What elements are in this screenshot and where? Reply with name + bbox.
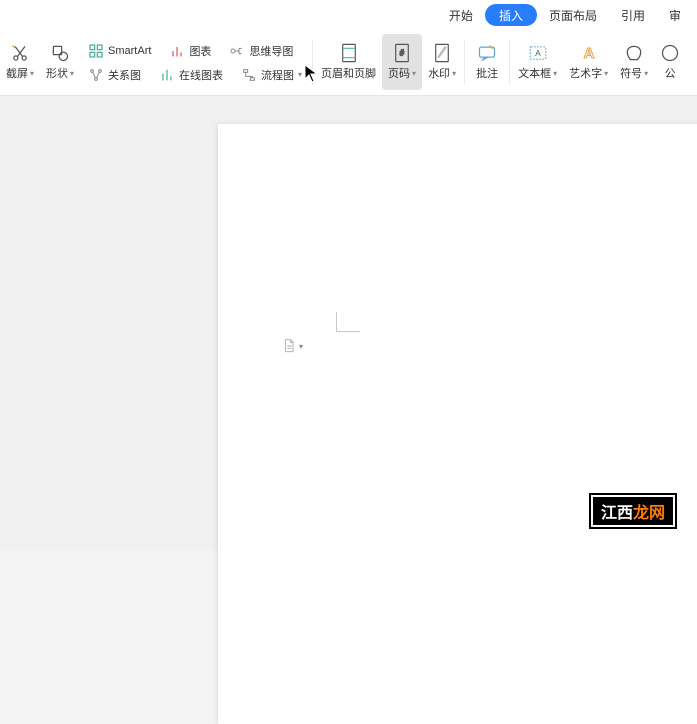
tab-layout[interactable]: 页面布局 — [537, 0, 609, 30]
shapes-icon — [50, 43, 70, 63]
flowchart-button[interactable]: 流程图 ▾ — [239, 66, 304, 84]
chevron-down-icon: ▾ — [299, 342, 303, 351]
separator — [312, 40, 313, 85]
chevron-down-icon: ▾ — [298, 70, 302, 79]
equation-icon — [660, 43, 680, 63]
shapes-label: 形状 — [46, 65, 68, 81]
chevron-down-icon: ▾ — [30, 69, 34, 78]
wordart-label: 艺术字 — [569, 65, 602, 81]
chevron-down-icon: ▾ — [70, 69, 74, 78]
svg-text:A: A — [535, 48, 541, 58]
site-watermark: 江西龙网 — [591, 495, 675, 527]
tab-reference[interactable]: 引用 — [609, 0, 657, 30]
comment-button[interactable]: 批注 — [467, 34, 507, 90]
header-footer-label: 页眉和页脚 — [321, 65, 376, 81]
relation-label: 关系图 — [108, 67, 141, 83]
tab-start[interactable]: 开始 — [437, 0, 485, 30]
header-footer-icon — [339, 43, 359, 63]
symbol-button[interactable]: 符号▾ — [614, 34, 654, 90]
chart-icon — [169, 43, 185, 59]
symbol-icon — [624, 43, 644, 63]
document-page[interactable] — [218, 124, 697, 724]
wordart-button[interactable]: A 艺术字▾ — [563, 34, 614, 90]
page-number-icon: # — [392, 43, 412, 63]
chevron-down-icon: ▾ — [553, 69, 557, 78]
chart-label: 图表 — [189, 43, 211, 59]
comment-label: 批注 — [476, 65, 498, 81]
chevron-down-icon: ▾ — [644, 69, 648, 78]
tab-bar: 开始 插入 页面布局 引用 审 — [0, 0, 697, 30]
ribbon-insert: 截屏▾ 形状▾ SmartArt — [0, 30, 697, 96]
margin-marker — [336, 312, 360, 332]
wordart-icon: A — [579, 43, 599, 63]
document-icon — [282, 338, 296, 354]
mindmap-label: 思维导图 — [249, 43, 293, 59]
floating-paste-options[interactable]: ▾ — [282, 338, 303, 354]
watermark-label: 水印 — [428, 65, 450, 81]
tab-review-partial[interactable]: 审 — [657, 0, 693, 30]
shapes-button[interactable]: 形状▾ — [40, 34, 80, 90]
online-chart-button[interactable]: 在线图表 — [157, 66, 225, 84]
watermark-part2: 龙网 — [633, 505, 665, 522]
chevron-down-icon: ▾ — [412, 69, 416, 78]
tab-insert[interactable]: 插入 — [485, 4, 537, 26]
equation-label: 公 — [665, 65, 676, 81]
chevron-down-icon: ▾ — [452, 69, 456, 78]
flowchart-icon — [241, 67, 257, 83]
comment-icon — [477, 43, 497, 63]
flowchart-label: 流程图 — [261, 67, 294, 83]
watermark-button[interactable]: 水印▾ — [422, 34, 462, 90]
svg-text:#: # — [400, 48, 405, 57]
relation-button[interactable]: 关系图 — [86, 66, 143, 84]
mindmap-button[interactable]: 思维导图 — [227, 42, 295, 60]
page-number-button[interactable]: # 页码▾ — [382, 34, 422, 90]
textbox-icon: A — [528, 43, 548, 63]
relation-icon — [88, 67, 104, 83]
symbol-label: 符号 — [620, 65, 642, 81]
page-number-label: 页码 — [388, 65, 410, 81]
screenshot-button[interactable]: 截屏▾ — [0, 34, 40, 90]
watermark-icon — [432, 43, 452, 63]
separator — [464, 40, 465, 85]
chart-button[interactable]: 图表 — [167, 42, 213, 60]
online-chart-label: 在线图表 — [179, 67, 223, 83]
screenshot-label: 截屏 — [6, 65, 28, 81]
document-area: ▾ — [0, 96, 697, 549]
svg-text:A: A — [583, 45, 594, 62]
scissors-icon — [10, 43, 30, 63]
equation-button-partial[interactable]: 公 — [654, 34, 680, 90]
separator — [509, 40, 510, 85]
online-chart-icon — [159, 67, 175, 83]
header-footer-button[interactable]: 页眉和页脚 — [315, 34, 382, 90]
textbox-label: 文本框 — [518, 65, 551, 81]
smartart-icon — [88, 43, 104, 59]
watermark-part1: 江西 — [601, 505, 633, 522]
textbox-button[interactable]: A 文本框▾ — [512, 34, 563, 90]
smartart-label: SmartArt — [108, 45, 151, 57]
mindmap-icon — [229, 43, 245, 59]
chevron-down-icon: ▾ — [604, 69, 608, 78]
smartart-button[interactable]: SmartArt — [86, 42, 153, 60]
charts-group: SmartArt 图表 思维导图 — [80, 34, 310, 91]
